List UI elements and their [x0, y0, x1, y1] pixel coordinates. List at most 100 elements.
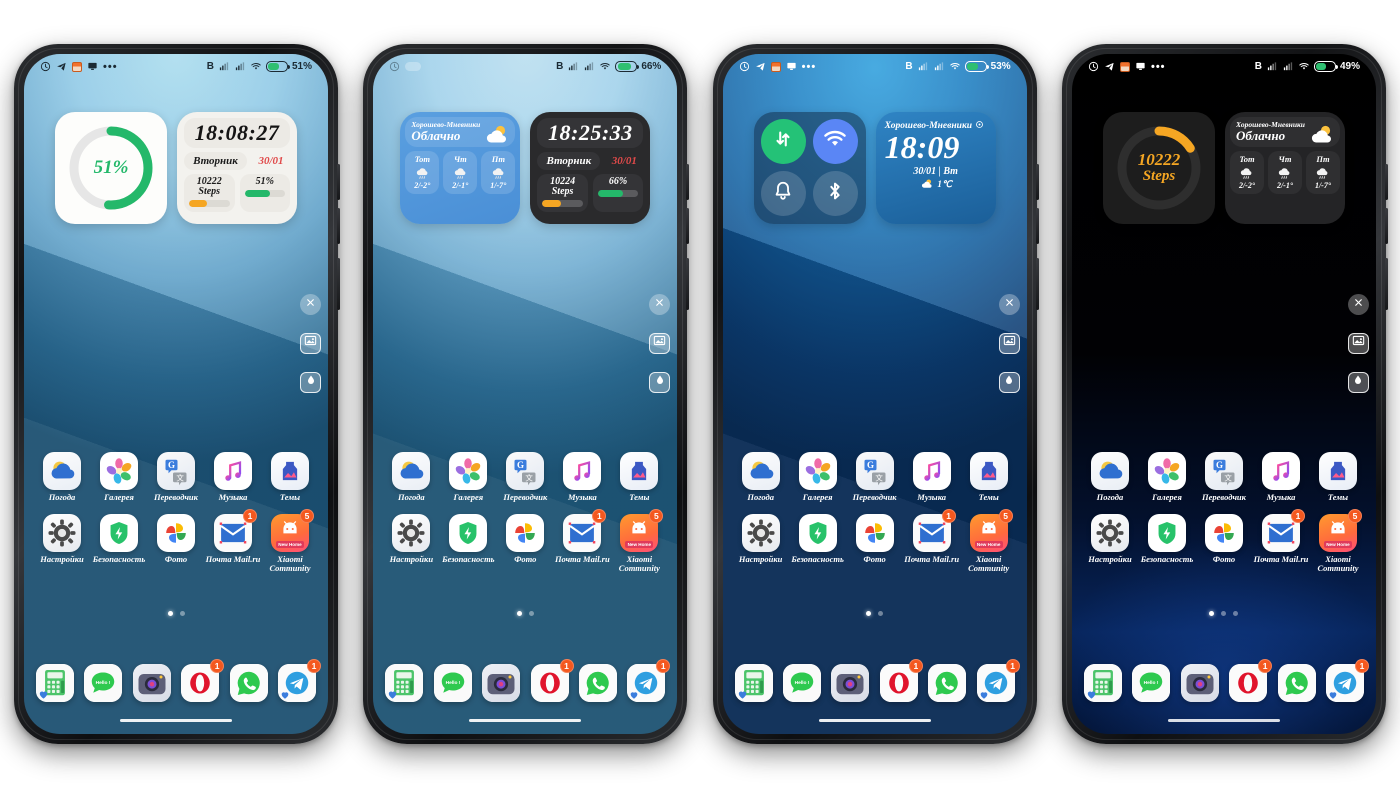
- app-weather[interactable]: Погода: [1082, 451, 1138, 502]
- home-indicator[interactable]: [120, 718, 232, 722]
- translate-app-icon[interactable]: 文G: [157, 451, 195, 490]
- xiaomi-community-app-icon[interactable]: New Home 5: [620, 508, 664, 552]
- app-themes[interactable]: Темы: [611, 451, 667, 502]
- app-weather[interactable]: Погода: [34, 451, 90, 502]
- volume-down-button[interactable]: [1384, 207, 1388, 244]
- calculator-dock-icon[interactable]: [734, 663, 773, 702]
- settings-app-icon[interactable]: [741, 513, 780, 552]
- camera-dock-icon[interactable]: [132, 663, 171, 702]
- telegram-dock-icon[interactable]: 1: [976, 658, 1020, 702]
- floating-droplet-button[interactable]: [300, 371, 321, 393]
- xiaomi-community-app-icon[interactable]: New Home 5: [1318, 508, 1362, 552]
- whatsapp-dock-icon[interactable]: [229, 663, 268, 702]
- themes-app-icon[interactable]: [620, 451, 659, 490]
- app-settings[interactable]: Настройки: [1082, 513, 1138, 573]
- opera-dock-icon[interactable]: 1: [1229, 658, 1273, 702]
- themes-app-icon[interactable]: [1318, 451, 1357, 490]
- clock-widget[interactable]: 18:25:33 Вторник 30/01 10224 Steps 66%: [530, 111, 651, 224]
- camera-dock-icon[interactable]: [1180, 663, 1219, 702]
- messages-dock-icon[interactable]: Hello !: [783, 663, 822, 702]
- app-gallery[interactable]: Галерея: [1139, 451, 1195, 502]
- volume-up-button[interactable]: [1384, 163, 1388, 200]
- weather-app-icon[interactable]: [43, 451, 81, 490]
- app-themes[interactable]: Темы: [1310, 451, 1366, 502]
- messages-dock-icon[interactable]: Hello !: [1132, 663, 1171, 702]
- music-app-icon[interactable]: [563, 451, 602, 490]
- translate-app-icon[interactable]: 文G: [1204, 451, 1243, 490]
- home-indicator[interactable]: [1167, 718, 1280, 722]
- calculator-dock-icon[interactable]: [36, 663, 74, 702]
- telegram-dock-icon[interactable]: 1: [1325, 658, 1369, 702]
- page-dot[interactable]: [167, 610, 173, 616]
- app-settings[interactable]: Настройки: [34, 513, 90, 573]
- settings-app-icon[interactable]: [392, 513, 431, 552]
- app-translate[interactable]: 文 G Переводчик: [148, 451, 204, 502]
- app-weather[interactable]: Погода: [733, 451, 789, 502]
- weather-widget[interactable]: Хорошево-Мневники Облачно Tom 2/-2° Чт 2/-1°…: [400, 111, 521, 224]
- volume-up-button[interactable]: [686, 163, 690, 200]
- app-music[interactable]: Музыка: [205, 451, 261, 502]
- music-app-icon[interactable]: [1261, 451, 1300, 490]
- power-button[interactable]: [1384, 257, 1388, 310]
- floating-image-button[interactable]: [300, 332, 321, 354]
- clock-widget[interactable]: 18:08:27 Вторник 30/01 10222 Steps 51%: [177, 111, 297, 224]
- app-settings[interactable]: Настройки: [733, 513, 789, 573]
- app-mailru[interactable]: 1 Почта Mail.ru: [554, 508, 610, 573]
- app-security[interactable]: Безопасность: [790, 513, 846, 573]
- weather-app-icon[interactable]: [392, 451, 431, 490]
- app-weather[interactable]: Погода: [383, 451, 439, 502]
- whatsapp-dock-icon[interactable]: [928, 663, 967, 702]
- floating-close-button[interactable]: [300, 293, 321, 315]
- photos-app-icon[interactable]: [855, 513, 894, 552]
- weather-app-icon[interactable]: [1090, 451, 1129, 490]
- security-app-icon[interactable]: [100, 513, 138, 552]
- photos-app-icon[interactable]: [506, 513, 545, 552]
- ring-toggle[interactable]: [760, 170, 806, 216]
- big-clock-widget[interactable]: Хорошево-Мневники 18:09 30/01 | Вт 1℃: [875, 111, 996, 224]
- app-mailru[interactable]: 1 Почта Mail.ru: [904, 508, 960, 573]
- power-button[interactable]: [686, 257, 690, 310]
- page-dot[interactable]: [1221, 610, 1227, 616]
- camera-dock-icon[interactable]: [831, 663, 870, 702]
- floating-image-button[interactable]: [1347, 332, 1369, 354]
- power-button[interactable]: [337, 257, 340, 310]
- telegram-dock-icon[interactable]: 1: [277, 658, 321, 702]
- app-translate[interactable]: 文 G Переводчик: [847, 451, 903, 502]
- opera-dock-icon[interactable]: 1: [530, 658, 574, 702]
- page-dot[interactable]: [1233, 610, 1239, 616]
- page-dot[interactable]: [866, 610, 872, 616]
- music-app-icon[interactable]: [214, 451, 252, 490]
- messages-dock-icon[interactable]: Hello !: [84, 663, 123, 702]
- settings-app-icon[interactable]: [1090, 513, 1129, 552]
- app-xiaomi-community[interactable]: New Home 5 Xiaomi Community: [961, 508, 1017, 573]
- app-music[interactable]: Музыка: [904, 451, 960, 502]
- volume-up-button[interactable]: [337, 163, 340, 200]
- messages-dock-icon[interactable]: Hello !: [433, 663, 472, 702]
- ring-widget[interactable]: 10222 Steps: [1102, 111, 1215, 224]
- whatsapp-dock-icon[interactable]: [1277, 663, 1316, 702]
- opera-dock-icon[interactable]: 1: [181, 658, 225, 702]
- volume-down-button[interactable]: [337, 207, 340, 244]
- app-security[interactable]: Безопасность: [1139, 513, 1195, 573]
- floating-close-button[interactable]: [1347, 293, 1369, 315]
- bluetooth-toggle[interactable]: [812, 170, 858, 216]
- gallery-app-icon[interactable]: [798, 451, 837, 490]
- themes-app-icon[interactable]: [271, 451, 309, 490]
- translate-app-icon[interactable]: 文G: [855, 451, 894, 490]
- app-xiaomi-community[interactable]: New Home 5 Xiaomi Community: [1310, 508, 1366, 573]
- gallery-app-icon[interactable]: [1147, 451, 1186, 490]
- app-photos[interactable]: Фото: [148, 513, 204, 573]
- ring-widget[interactable]: 51%: [55, 111, 167, 224]
- calculator-dock-icon[interactable]: [1083, 663, 1122, 702]
- app-themes[interactable]: Темы: [961, 451, 1017, 502]
- app-themes[interactable]: Темы: [262, 451, 318, 502]
- gallery-app-icon[interactable]: [449, 451, 488, 490]
- telegram-dock-icon[interactable]: 1: [627, 658, 671, 702]
- quick-toggles-widget[interactable]: [753, 111, 866, 224]
- app-music[interactable]: Музыка: [1253, 451, 1309, 502]
- camera-dock-icon[interactable]: [482, 663, 521, 702]
- page-dot[interactable]: [516, 610, 522, 616]
- page-dot[interactable]: [179, 610, 185, 616]
- page-dot[interactable]: [1209, 610, 1215, 616]
- power-button[interactable]: [1035, 257, 1039, 310]
